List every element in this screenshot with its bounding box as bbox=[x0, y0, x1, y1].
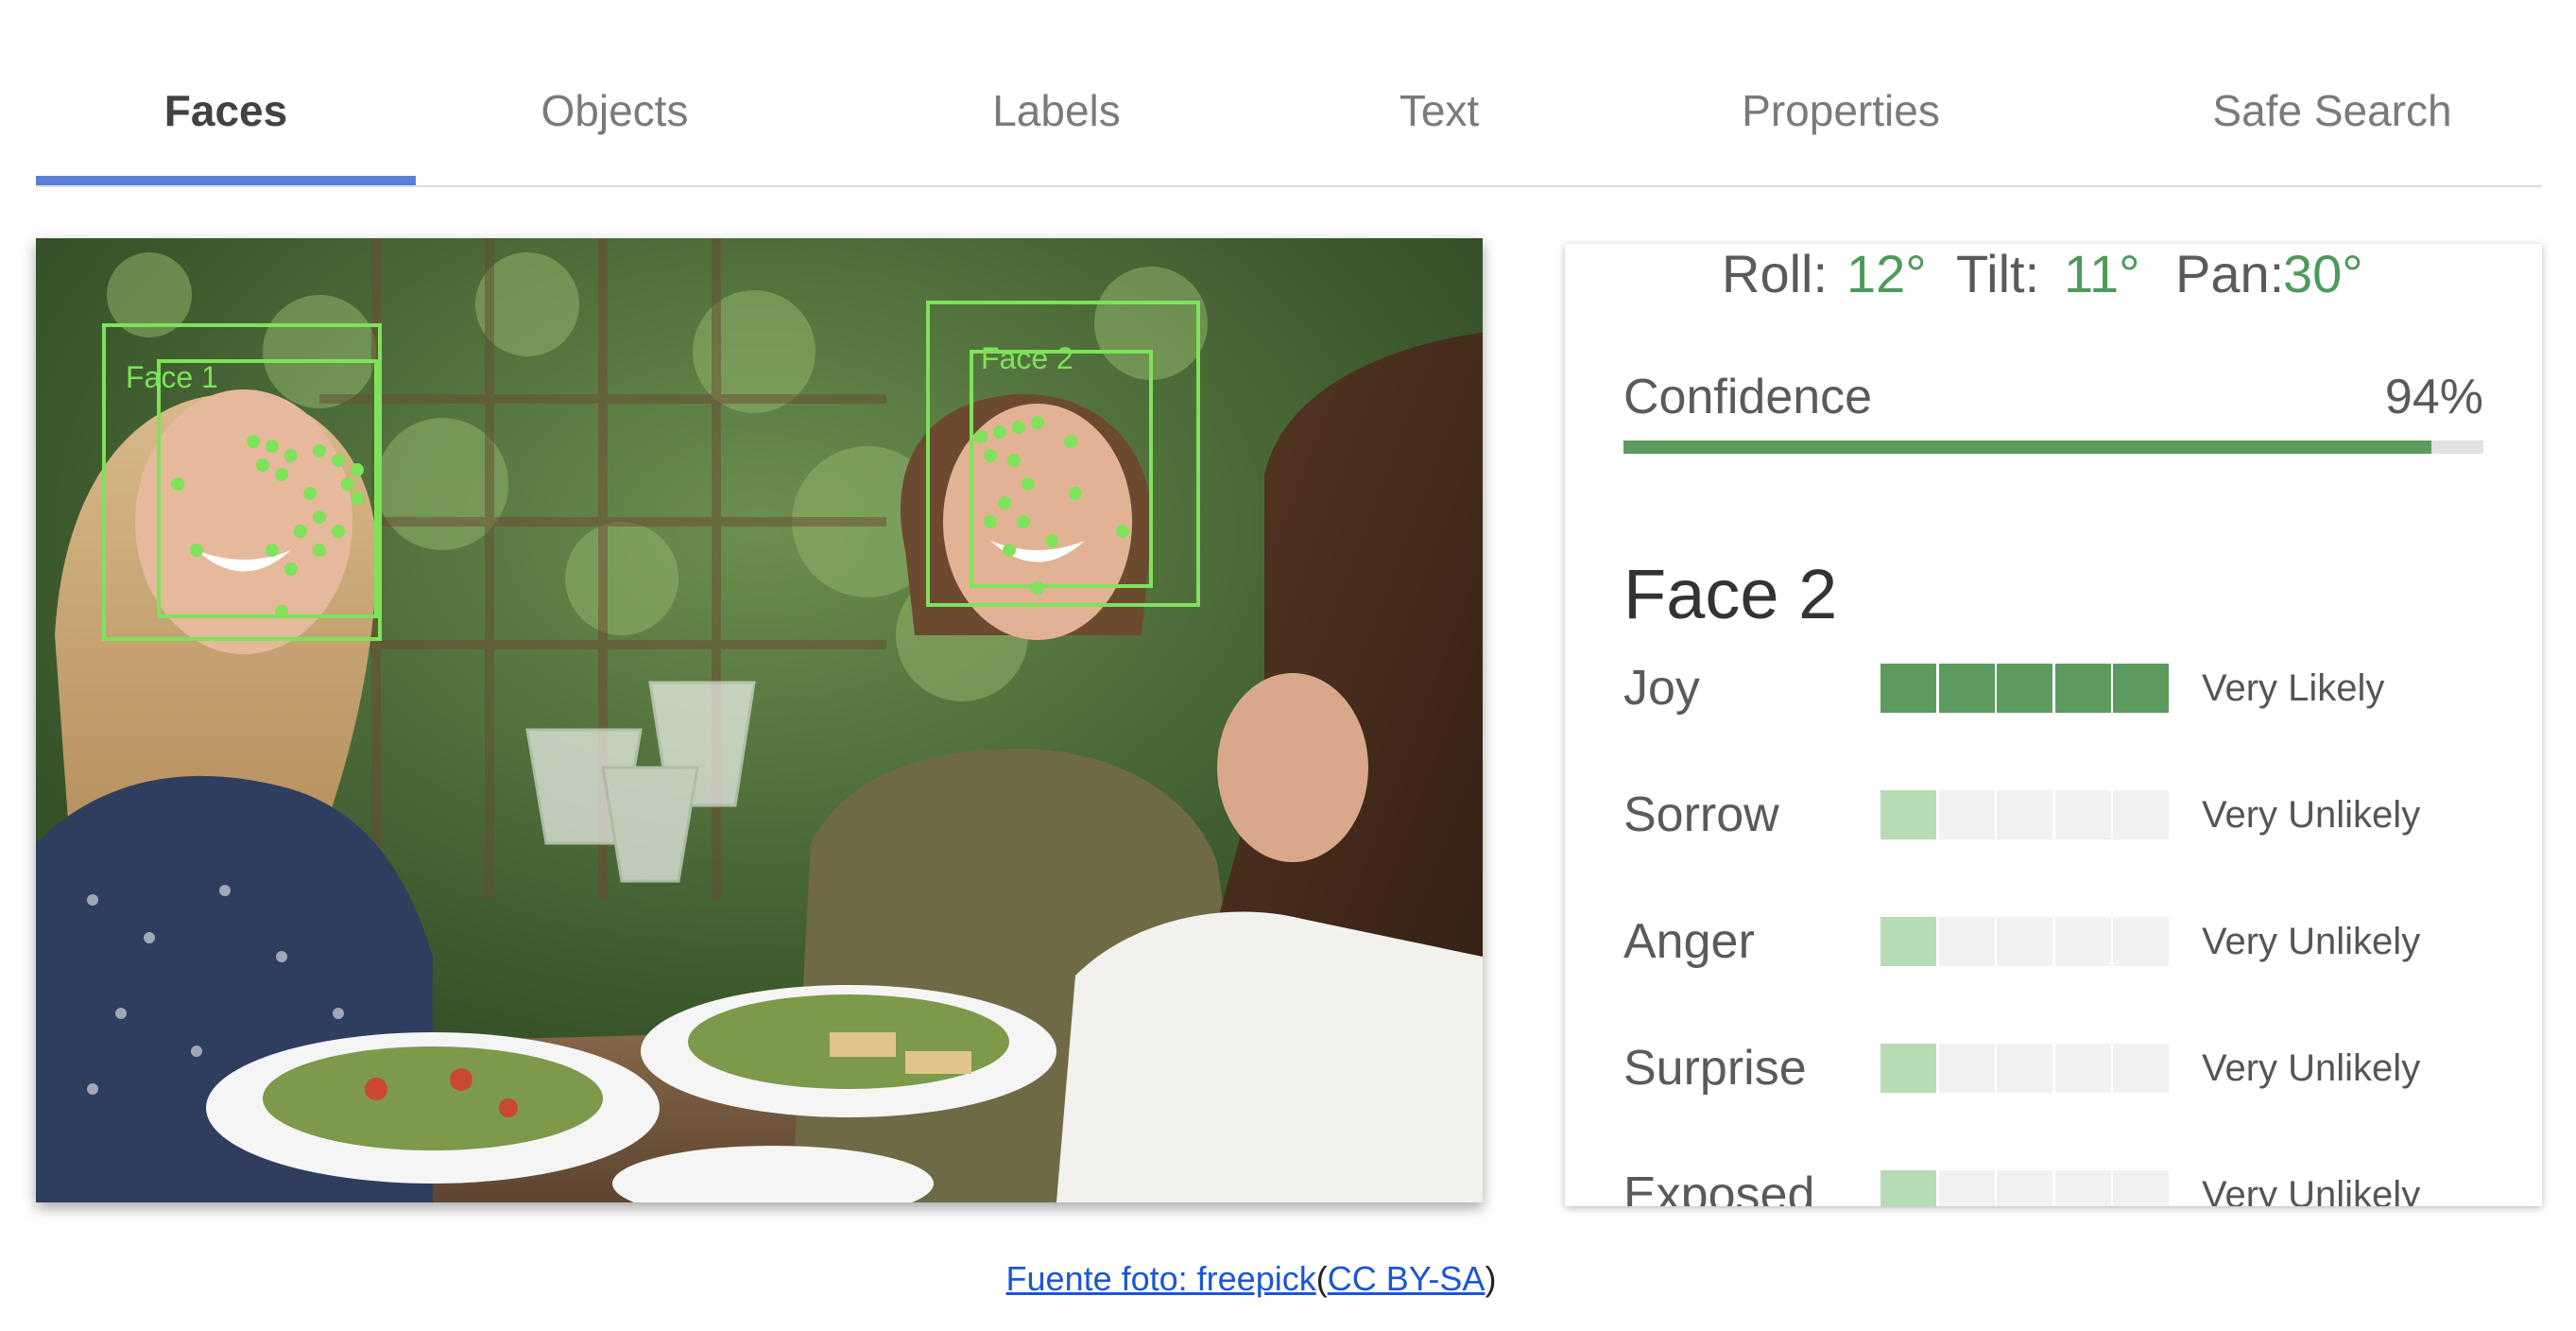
emotion-label: Surprise bbox=[1623, 1041, 1807, 1096]
meter-segment bbox=[1880, 664, 1936, 713]
meter-segment bbox=[2054, 1044, 2111, 1093]
pan-value: 30° bbox=[2283, 244, 2363, 303]
emotion-label: Exposed bbox=[1623, 1167, 1815, 1206]
meter-segment bbox=[2054, 664, 2111, 713]
likelihood-meter bbox=[1880, 664, 2169, 713]
likelihood-text: Very Unlikely bbox=[2202, 1174, 2421, 1206]
meter-segment bbox=[1997, 917, 2052, 966]
meter-segment bbox=[2113, 1170, 2169, 1206]
face-2-label: Face 2 bbox=[981, 341, 1073, 375]
credit-close-paren: ) bbox=[1485, 1259, 1497, 1298]
meter-segment bbox=[1997, 664, 2052, 713]
photo-illustration: Face 1 Face 2 bbox=[36, 238, 1483, 1202]
tab-labels[interactable]: Labels bbox=[886, 78, 1227, 144]
face-angles: Roll: 12° Tilt: 11° Pan: 30° bbox=[1565, 244, 2542, 304]
meter-segment bbox=[1938, 664, 1995, 713]
roll-value: 12° bbox=[1846, 244, 1927, 303]
photo-credit: Fuente foto: freepick(CC BY-SA) bbox=[0, 1259, 2502, 1299]
meter-segment bbox=[2113, 1044, 2169, 1093]
likelihood-meter bbox=[1880, 917, 2169, 966]
meter-segment bbox=[1997, 1170, 2052, 1206]
tilt-value: 11° bbox=[2064, 244, 2140, 303]
meter-segment bbox=[1938, 917, 1995, 966]
face-title: Face 2 bbox=[1623, 555, 1838, 633]
license-link[interactable]: CC BY-SA bbox=[1328, 1259, 1485, 1298]
likelihood-meter bbox=[1880, 1044, 2169, 1093]
meter-segment bbox=[1880, 1044, 1936, 1093]
meter-segment bbox=[2054, 917, 2111, 966]
confidence-label: Confidence bbox=[1623, 370, 1873, 424]
meter-segment bbox=[1997, 1044, 2052, 1093]
meter-segment bbox=[2054, 1170, 2111, 1206]
tab-text[interactable]: Text bbox=[1302, 78, 1576, 144]
meter-segment bbox=[2054, 790, 2111, 839]
credit-open-paren: ( bbox=[1315, 1259, 1328, 1298]
confidence-value: 94% bbox=[2384, 370, 2483, 424]
meter-segment bbox=[1938, 790, 1995, 839]
meter-segment bbox=[1880, 790, 1936, 839]
emotion-label: Sorrow bbox=[1623, 787, 1779, 842]
face-1-label: Face 1 bbox=[126, 360, 218, 394]
emotion-row-surprise: Surprise Very Unlikely bbox=[1623, 1040, 2502, 1097]
likelihood-text: Very Unlikely bbox=[2202, 1047, 2421, 1089]
emotion-label: Joy bbox=[1623, 661, 1700, 716]
face-details-panel: Roll: 12° Tilt: 11° Pan: 30° Confidence … bbox=[1565, 244, 2542, 1206]
meter-segment bbox=[2113, 790, 2169, 839]
likelihood-meter bbox=[1880, 1170, 2169, 1206]
emotion-row-joy: Joy Very Likely bbox=[1623, 660, 2502, 717]
emotion-row-anger: Anger Very Unlikely bbox=[1623, 913, 2502, 970]
roll-label: Roll: bbox=[1722, 244, 1829, 303]
active-tab-indicator bbox=[36, 176, 416, 185]
photo-source-link[interactable]: Fuente foto: freepick bbox=[1006, 1259, 1316, 1298]
emotion-row-sorrow: Sorrow Very Unlikely bbox=[1623, 786, 2502, 843]
tab-objects[interactable]: Objects bbox=[466, 78, 764, 144]
tab-faces[interactable]: Faces bbox=[36, 78, 416, 144]
meter-segment bbox=[2113, 664, 2169, 713]
pan-label: Pan: bbox=[2175, 244, 2285, 303]
meter-segment bbox=[1880, 1170, 1936, 1206]
meter-segment bbox=[1938, 1044, 1995, 1093]
tab-safe-search[interactable]: Safe Search bbox=[2124, 78, 2540, 144]
meter-segment bbox=[1997, 790, 2052, 839]
confidence-bar-fill bbox=[1623, 441, 2432, 454]
likelihood-text: Very Unlikely bbox=[2202, 794, 2421, 836]
emotion-row-exposed: Exposed Very Unlikely bbox=[1623, 1167, 2502, 1206]
analyzed-photo: Face 1 Face 2 bbox=[36, 238, 1483, 1202]
likelihood-text: Very Likely bbox=[2202, 667, 2385, 709]
tab-bar: Faces Objects Labels Text Properties Saf… bbox=[36, 0, 2542, 187]
likelihood-text: Very Unlikely bbox=[2202, 921, 2421, 962]
tab-properties[interactable]: Properties bbox=[1642, 78, 2039, 144]
likelihood-meter bbox=[1880, 790, 2169, 839]
tab-divider bbox=[36, 185, 2542, 187]
tilt-label: Tilt: bbox=[1956, 244, 2040, 303]
meter-segment bbox=[1880, 917, 1936, 966]
emotion-label: Anger bbox=[1623, 914, 1755, 969]
meter-segment bbox=[1938, 1170, 1995, 1206]
meter-segment bbox=[2113, 917, 2169, 966]
confidence-bar bbox=[1623, 441, 2483, 454]
